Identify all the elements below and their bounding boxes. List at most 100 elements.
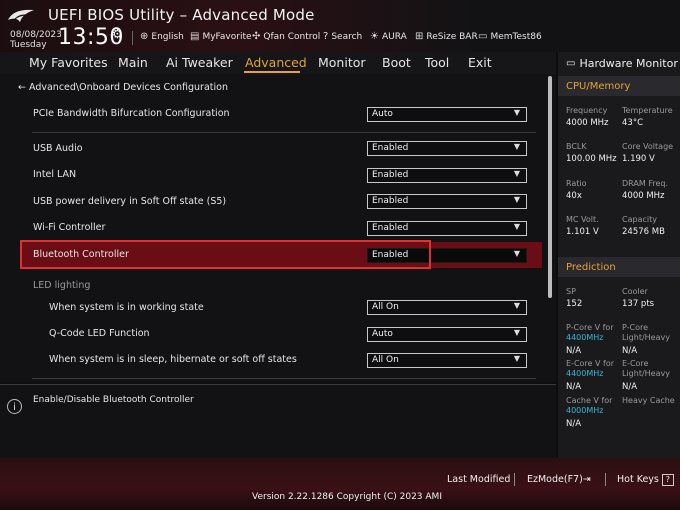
led-lighting-section-label: LED lighting — [33, 280, 91, 291]
globe-icon: ⊕ — [140, 31, 149, 42]
language-button[interactable]: ⊕ English — [140, 31, 184, 42]
myfavorite-button[interactable]: ▤ MyFavorite — [190, 31, 252, 42]
dropdown-value: Enabled — [372, 196, 409, 206]
tab-boot[interactable]: Boot — [382, 55, 411, 70]
day-display: Tuesday — [10, 40, 47, 50]
dropdown-pcie-bifurcation[interactable]: Auto ▼ — [367, 107, 527, 122]
setting-label-working-state: When system is in working state — [49, 302, 204, 313]
qfan-control-button[interactable]: ✣ Qfan Control — [252, 31, 320, 42]
memtest-button[interactable]: ▭ MemTest86 — [478, 31, 542, 42]
hw-key: E-Core V for — [566, 359, 615, 368]
tab-advanced[interactable]: Advanced — [245, 55, 307, 70]
myfavorite-label: MyFavorite — [202, 31, 252, 42]
memtest-icon: ▭ — [478, 31, 488, 42]
tab-exit[interactable]: Exit — [468, 55, 492, 70]
dropdown-intel-lan[interactable]: Enabled ▼ — [367, 168, 527, 183]
ezmode-button[interactable]: EzMode(F7)⇥ — [527, 474, 591, 485]
resize-bar-button[interactable]: ⊞ ReSize BAR — [415, 31, 478, 42]
resize-bar-icon: ⊞ — [415, 31, 424, 42]
aura-label: AURA — [381, 31, 407, 42]
cpu-memory-section-label: CPU/Memory — [566, 81, 631, 92]
hotkeys-label: Hot Keys — [617, 474, 659, 485]
hw-value: 4000 MHz — [622, 191, 665, 201]
setting-label-wifi-controller: Wi-Fi Controller — [33, 222, 106, 233]
dropdown-value: Enabled — [372, 143, 409, 153]
back-arrow-icon[interactable]: ← — [18, 82, 26, 93]
tab-ai-tweaker[interactable]: Ai Tweaker — [166, 55, 233, 70]
hw-value: N/A — [566, 346, 582, 356]
hotkeys-button[interactable]: Hot Keys ? — [617, 474, 674, 486]
app-title: UEFI BIOS Utility – Advanced Mode — [48, 6, 315, 24]
hw-key: Light/Heavy — [622, 369, 670, 378]
ezmode-label: EzMode(F7) — [527, 474, 583, 485]
aura-button[interactable]: ☀ AURA — [370, 31, 407, 42]
dropdown-usb-power-delivery[interactable]: Enabled ▼ — [367, 194, 527, 209]
hw-value: 4000 MHz — [566, 118, 609, 128]
tab-my-favorites[interactable]: My Favorites — [29, 55, 108, 70]
hw-value: 40x — [566, 191, 582, 201]
hw-key: Light/Heavy — [622, 333, 670, 342]
setting-label-sleep-state: When system is in sleep, hibernate or so… — [49, 354, 297, 365]
hw-value: 43°C — [622, 118, 644, 128]
footer-divider — [514, 473, 515, 486]
selection-outline — [20, 240, 431, 269]
setting-label-intel-lan: Intel LAN — [33, 169, 77, 180]
search-button[interactable]: ? Search — [323, 31, 362, 42]
gear-icon[interactable]: ⚙ — [112, 27, 123, 41]
dropdown-value: Enabled — [372, 223, 409, 233]
scrollbar-thumb[interactable] — [548, 76, 552, 298]
info-icon: i — [7, 399, 22, 414]
hw-freq: 4000MHz — [566, 406, 604, 415]
version-text: Version 2.22.1286 Copyright (C) 2023 AMI — [252, 492, 442, 502]
chevron-down-icon: ▼ — [513, 301, 520, 310]
hw-key: SP — [566, 287, 576, 296]
chevron-down-icon: ▼ — [513, 195, 520, 204]
help-key-icon: ? — [661, 474, 674, 486]
tab-tool[interactable]: Tool — [425, 55, 449, 70]
hw-value: 137 pts — [622, 299, 655, 309]
dropdown-wifi-controller[interactable]: Enabled ▼ — [367, 221, 527, 236]
chevron-down-icon: ▼ — [513, 328, 520, 337]
search-label: Search — [331, 31, 363, 42]
hw-key: Core Voltage — [622, 142, 674, 151]
memtest-label: MemTest86 — [490, 31, 542, 42]
active-tab-underline — [244, 71, 300, 73]
hw-freq: 4400MHz — [566, 369, 604, 378]
dropdown-value: All On — [372, 302, 399, 312]
setting-label-qcode-led: Q-Code LED Function — [49, 328, 150, 339]
rog-logo — [8, 9, 34, 22]
hardware-monitor-title: ▭ Hardware Monitor — [566, 57, 678, 70]
dropdown-value: Auto — [372, 329, 393, 339]
dropdown-usb-audio[interactable]: Enabled ▼ — [367, 141, 527, 156]
last-modified-button[interactable]: Last Modified — [447, 474, 510, 485]
hw-key: Ratio — [566, 179, 587, 188]
header-divider — [132, 31, 133, 45]
hw-key: Cache V for — [566, 396, 613, 405]
monitor-icon: ▭ — [566, 58, 576, 69]
hw-key: E-Core — [622, 359, 649, 368]
tab-monitor[interactable]: Monitor — [318, 55, 366, 70]
setting-label-usb-audio: USB Audio — [33, 143, 83, 154]
tab-main[interactable]: Main — [118, 55, 148, 70]
hw-value: 1.101 V — [566, 227, 599, 237]
chevron-down-icon: ▼ — [513, 222, 520, 231]
breadcrumb[interactable]: ← Advanced\Onboard Devices Configuration — [18, 82, 228, 93]
setting-label-usb-power-delivery: USB power delivery in Soft Off state (S5… — [33, 196, 227, 207]
hw-key: MC Volt. — [566, 215, 599, 224]
hw-value: N/A — [622, 346, 638, 356]
prediction-section-label: Prediction — [566, 262, 616, 273]
resize-bar-label: ReSize BAR — [426, 31, 478, 42]
favorite-icon: ▤ — [190, 31, 200, 42]
hw-value: 100.00 MHz — [566, 154, 617, 164]
dropdown-qcode-led[interactable]: Auto ▼ — [367, 327, 527, 342]
dropdown-working-state[interactable]: All On ▼ — [367, 300, 527, 315]
dropdown-sleep-state[interactable]: All On ▼ — [367, 353, 527, 368]
hw-key: Heavy Cache — [622, 396, 675, 405]
hw-key: Frequency — [566, 106, 608, 115]
breadcrumb-path: Advanced\Onboard Devices Configuration — [29, 82, 228, 93]
fan-icon: ✣ — [252, 31, 261, 42]
hw-value: 152 — [566, 299, 583, 309]
dropdown-value: Auto — [372, 109, 393, 119]
exit-icon: ⇥ — [582, 474, 591, 485]
dropdown-value: All On — [372, 355, 399, 365]
